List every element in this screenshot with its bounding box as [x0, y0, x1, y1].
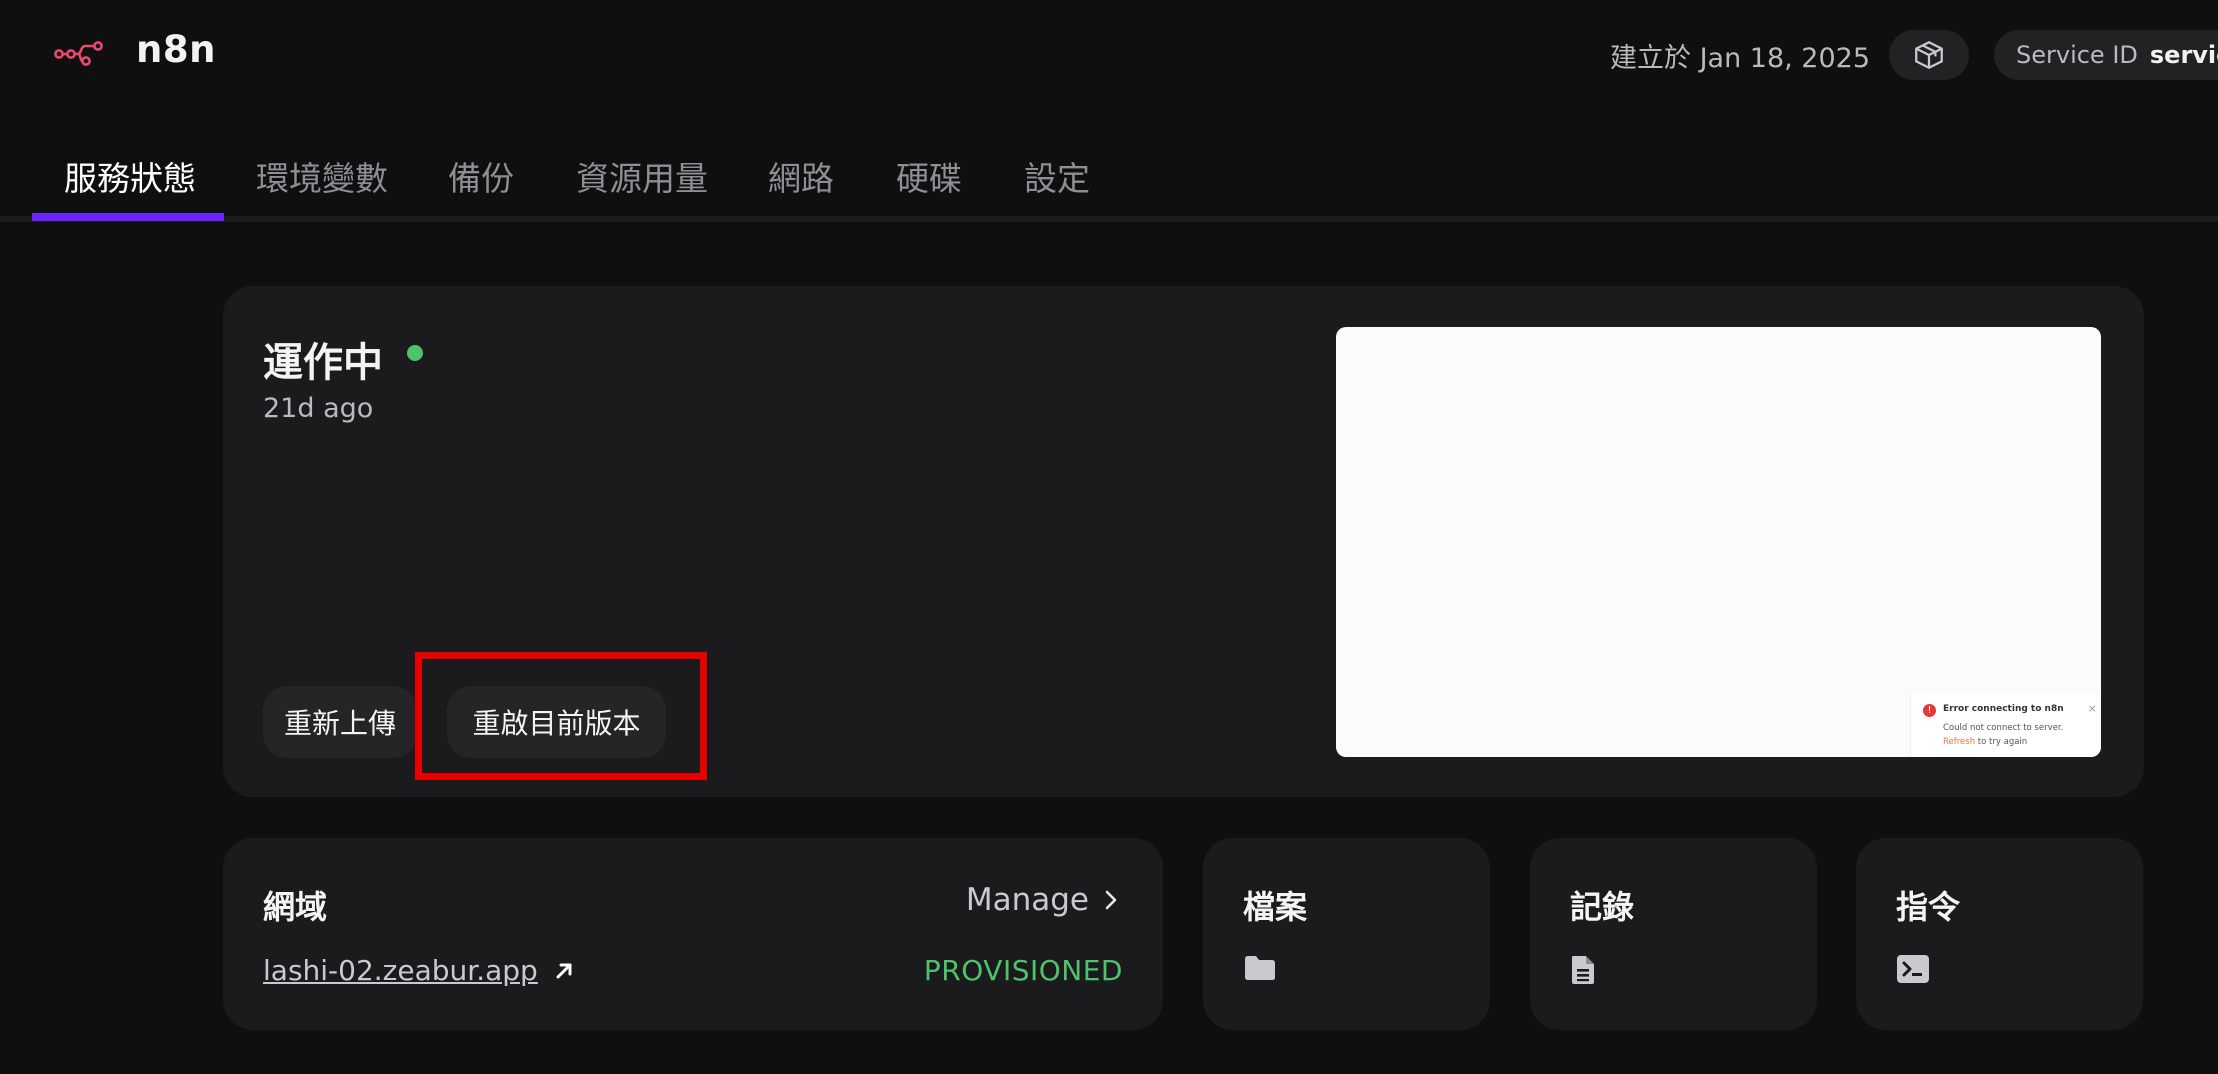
commands-card[interactable]: 指令: [1856, 838, 2143, 1030]
tab-resource-usage[interactable]: 資源用量: [576, 152, 708, 200]
folder-icon: [1243, 954, 1277, 986]
status-title: 運作中: [263, 340, 383, 386]
chevron-right-icon: [1105, 890, 1117, 910]
files-title: 檔案: [1243, 888, 1308, 926]
service-id-badge[interactable]: Service ID service: [1994, 30, 2218, 80]
domain-url-link[interactable]: lashi-02.zeabur.app: [263, 954, 574, 987]
external-link-icon: [556, 963, 572, 978]
service-preview[interactable]: ! Error connecting to n8n × Could not co…: [1336, 327, 2101, 757]
domain-url: lashi-02.zeabur.app: [263, 954, 538, 987]
domain-title: 網域: [263, 888, 328, 926]
status-dot: [407, 345, 423, 361]
toast-title: Error connecting to n8n: [1943, 704, 2064, 714]
status-time: 21d ago: [263, 393, 374, 424]
tab-disk[interactable]: 硬碟: [896, 152, 962, 200]
tab-network[interactable]: 網路: [768, 152, 834, 200]
package-button[interactable]: [1889, 30, 1969, 80]
domain-status-badge: PROVISIONED: [923, 954, 1123, 987]
top-header: n8n 建立於 Jan 18, 2025 Service ID service: [0, 0, 2218, 110]
tab-settings[interactable]: 設定: [1024, 152, 1090, 200]
refresh-link[interactable]: Refresh: [1943, 737, 1975, 747]
manage-label: Manage: [965, 882, 1089, 918]
tab-bar: 服務狀態 環境變數 備份 資源用量 網路 硬碟 設定: [0, 140, 2218, 222]
commands-title: 指令: [1896, 888, 1961, 926]
error-icon: !: [1923, 704, 1936, 717]
tab-backup[interactable]: 備份: [448, 152, 514, 200]
package-icon: [1915, 41, 1943, 69]
logs-title: 記錄: [1570, 888, 1635, 926]
service-id-value: service: [2149, 41, 2218, 69]
close-icon[interactable]: ×: [2088, 702, 2097, 715]
highlight-box: [415, 652, 707, 780]
redeploy-button[interactable]: 重新上傳: [263, 686, 417, 758]
toast-message: Could not connect to server. Refresh to …: [1943, 723, 2064, 747]
active-tab-indicator: [32, 213, 224, 221]
app-title: n8n: [136, 28, 216, 71]
domain-card: 網域 Manage lashi-02.zeabur.app PROVISIONE…: [223, 838, 1163, 1030]
manage-domains-link[interactable]: Manage: [966, 882, 1119, 918]
tab-service-status[interactable]: 服務狀態: [64, 152, 196, 200]
service-id-label: Service ID: [2016, 41, 2138, 69]
n8n-logo-icon: [54, 36, 104, 72]
error-toast: ! Error connecting to n8n × Could not co…: [1910, 694, 2101, 757]
logs-card[interactable]: 記錄: [1530, 838, 1817, 1030]
file-text-icon: [1570, 954, 1596, 990]
files-card[interactable]: 檔案: [1203, 838, 1490, 1030]
terminal-icon: [1896, 954, 1930, 988]
tab-environment-variables[interactable]: 環境變數: [256, 152, 388, 200]
created-date: 建立於 Jan 18, 2025: [1610, 43, 1871, 74]
